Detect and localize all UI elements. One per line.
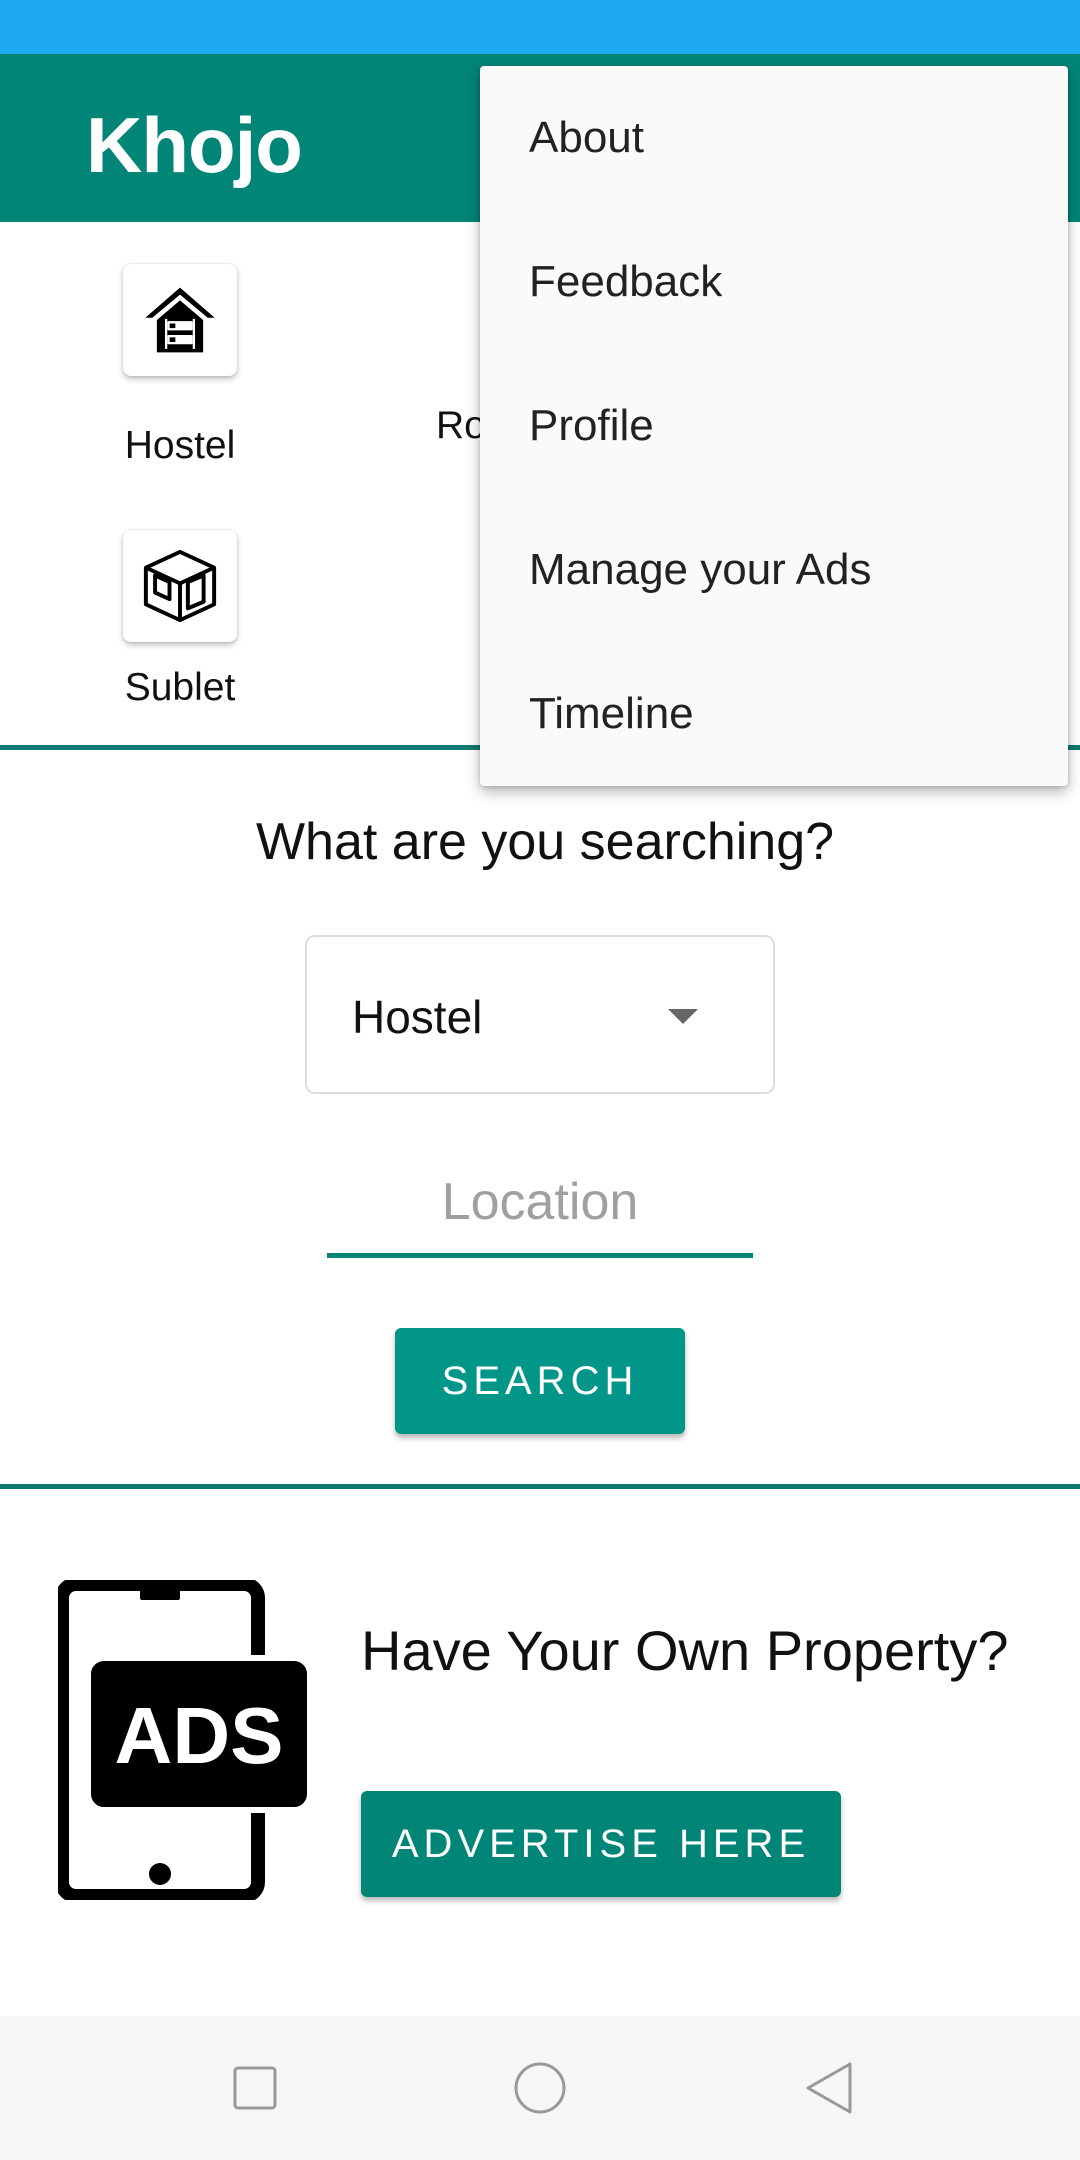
status-bar bbox=[0, 0, 1080, 54]
overflow-menu: About Feedback Profile Manage your Ads T… bbox=[480, 66, 1068, 786]
location-input[interactable] bbox=[327, 1150, 753, 1258]
search-button[interactable]: SEARCH bbox=[395, 1328, 685, 1434]
sublet-room-icon bbox=[143, 549, 217, 623]
hostel-tile[interactable] bbox=[123, 264, 237, 376]
advertise-button[interactable]: ADVERTISE HERE bbox=[361, 1791, 841, 1897]
category-hostel-label: Hostel bbox=[124, 424, 236, 467]
menu-item-timeline[interactable]: Timeline bbox=[480, 642, 1068, 786]
menu-item-about[interactable]: About bbox=[480, 66, 1068, 210]
app-title: Khojo bbox=[86, 101, 303, 189]
screen: Khojo Hostel Ro Sublet What are you sear… bbox=[0, 0, 1080, 2160]
property-type-dropdown[interactable]: Hostel bbox=[305, 935, 775, 1094]
recents-icon[interactable] bbox=[225, 2058, 285, 2118]
hostel-icon bbox=[145, 287, 215, 353]
property-type-value: Hostel bbox=[352, 991, 483, 1043]
category-hostel[interactable]: Hostel bbox=[80, 264, 280, 468]
sublet-tile[interactable] bbox=[123, 530, 237, 642]
promo-heading: Have Your Own Property? bbox=[361, 1619, 1009, 1682]
search-heading: What are you searching? bbox=[255, 813, 835, 871]
category-sublet[interactable]: Sublet bbox=[80, 530, 280, 710]
menu-item-manage-ads[interactable]: Manage your Ads bbox=[480, 498, 1068, 642]
ads-phone-icon: ADS bbox=[55, 1577, 318, 1903]
dropdown-arrow-icon bbox=[668, 1009, 698, 1024]
back-icon[interactable] bbox=[800, 2058, 860, 2118]
category-room-label[interactable]: Ro bbox=[436, 404, 486, 448]
section-divider bbox=[0, 1484, 1080, 1489]
home-icon[interactable] bbox=[510, 2058, 570, 2118]
category-sublet-label: Sublet bbox=[124, 666, 236, 709]
navigation-bar bbox=[0, 2016, 1080, 2160]
ads-icon-text: ADS bbox=[115, 1691, 284, 1780]
menu-item-profile[interactable]: Profile bbox=[480, 354, 1068, 498]
menu-item-feedback[interactable]: Feedback bbox=[480, 210, 1068, 354]
